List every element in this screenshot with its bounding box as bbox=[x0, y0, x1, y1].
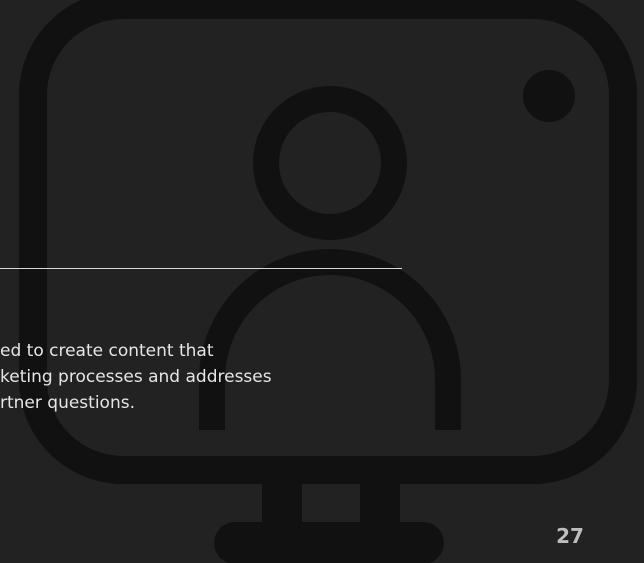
body-line-1: ed to create content that bbox=[0, 341, 214, 361]
monitor-base bbox=[214, 522, 444, 563]
body-line-3: rtner questions. bbox=[0, 393, 135, 413]
body-line-2: keting processes and addresses bbox=[0, 367, 272, 387]
page-number: 27 bbox=[556, 524, 584, 548]
monitor-user-icon bbox=[19, 0, 637, 563]
slide: ed to create content that keting process… bbox=[0, 0, 644, 563]
body-paragraph: ed to create content that keting process… bbox=[0, 338, 420, 416]
section-divider bbox=[0, 268, 402, 269]
camera-dot bbox=[523, 70, 575, 122]
monitor-neck-right bbox=[360, 460, 400, 524]
monitor-neck-left bbox=[262, 460, 302, 524]
user-head-outline bbox=[253, 86, 407, 240]
